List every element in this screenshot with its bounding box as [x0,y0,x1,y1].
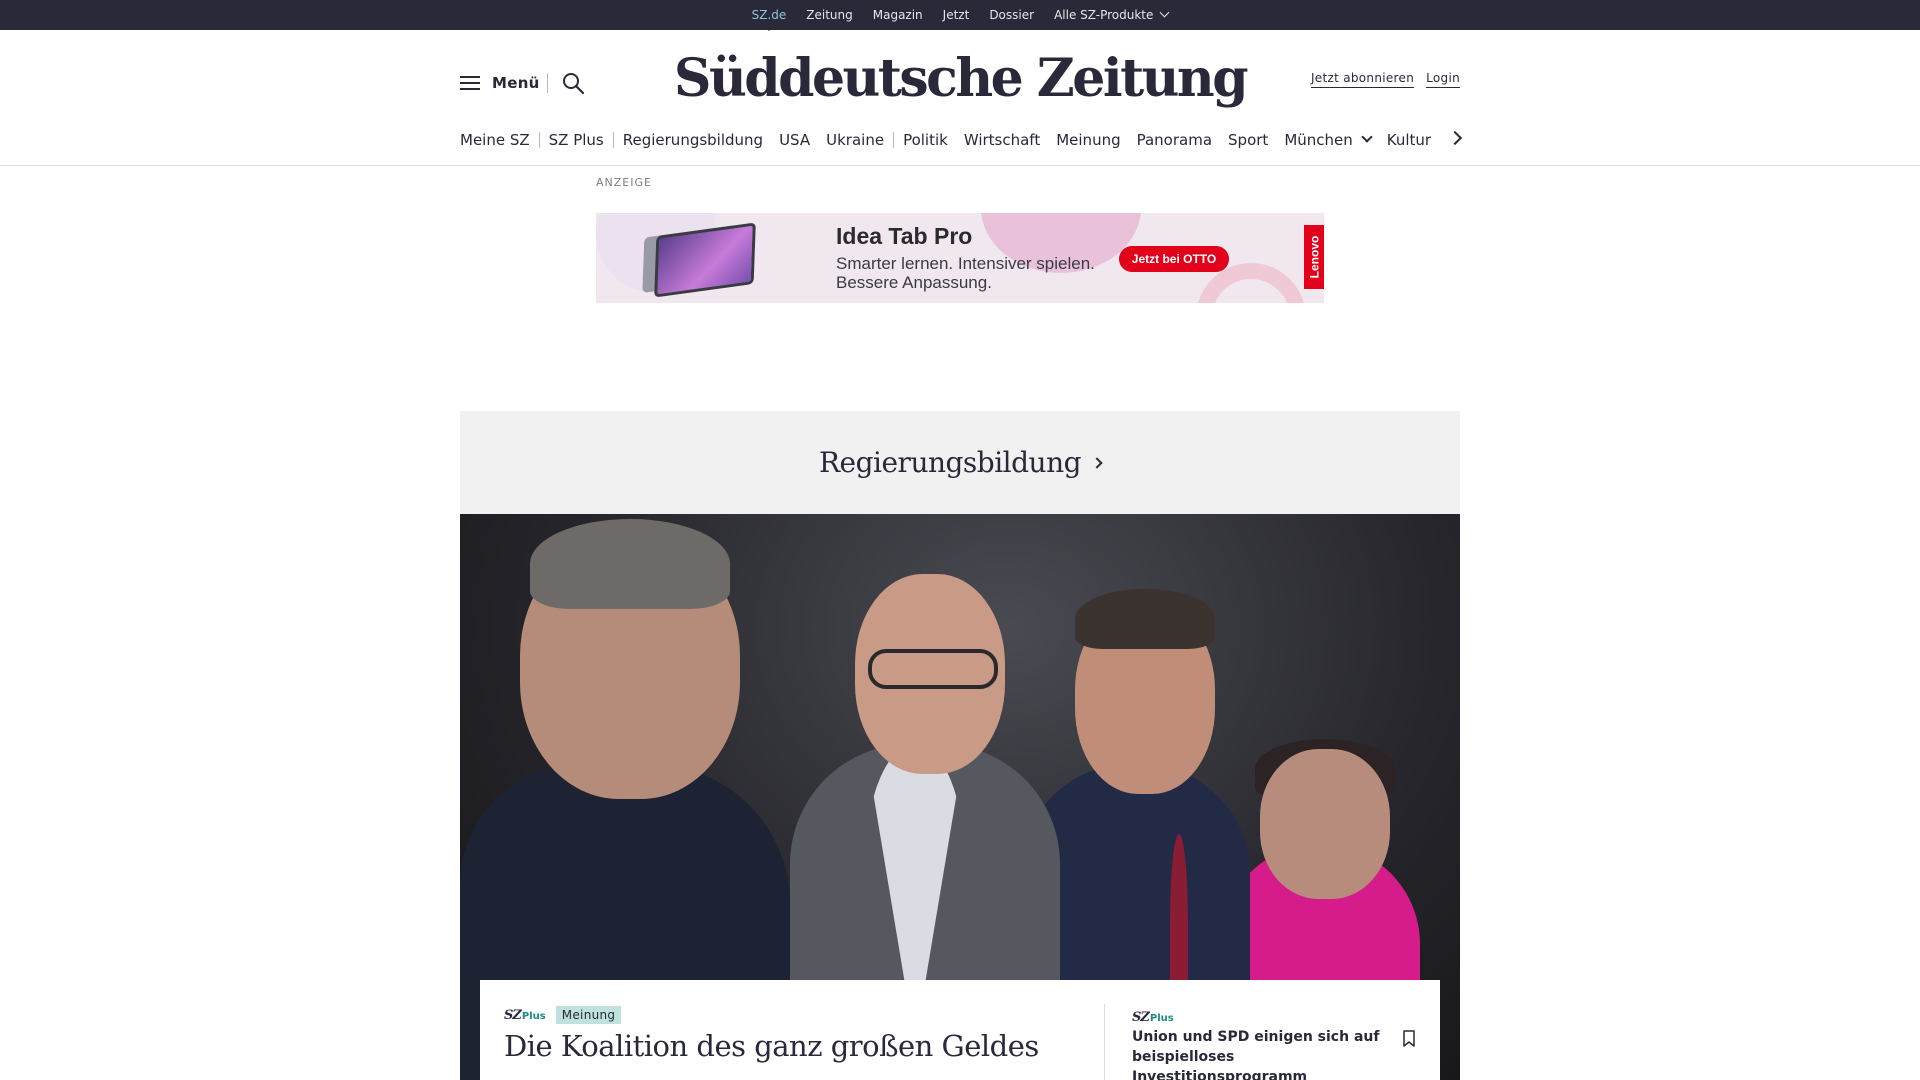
site-logo[interactable]: Süddeutsche Zeitung [674,42,1249,114]
topbar-link-magazin[interactable]: Magazin [873,8,923,22]
ad-title: Idea Tab Pro [836,223,973,249]
menu-label: Menü [492,74,540,92]
search-icon[interactable] [561,71,585,95]
top-bar-links: SZ.de Zeitung Magazin Jetzt Dossier Alle… [0,0,1920,31]
ad-brand-text: Lenovo [1307,235,1322,279]
lead-article-badges: SZ Plus Meinung [504,1006,622,1024]
ad-tablet-screen [654,222,756,298]
nav-item-kultur[interactable]: Kultur [1387,131,1431,149]
ad-subtitle: Smarter lernen. Intensiver spielen. Bess… [836,254,1095,292]
nav-item-politik[interactable]: Politik [903,131,948,149]
nav-item-meinung[interactable]: Meinung [1056,131,1120,149]
header-divider [547,73,548,93]
sz-plus-logo-plus: Plus [1149,1013,1174,1024]
chevron-down-icon [1159,7,1170,18]
main-nav: Meine SZ SZ Plus Regierungsbildung USA U… [460,128,1460,152]
sz-plus-badge: SZ Plus [504,1008,546,1023]
sz-plus-logo-sz: SZ [1132,1010,1150,1025]
sz-plus-logo-plus: Plus [521,1010,546,1022]
ad-cta-button[interactable]: Jetzt bei OTTO [1119,246,1229,272]
logo-text: Süddeutsche Zeitung [673,47,1249,109]
chevron-down-icon [1361,131,1373,143]
bookmark-icon[interactable] [1402,1030,1416,1048]
nav-item-muenchen[interactable]: München [1284,131,1373,149]
nav-item-wirtschaft[interactable]: Wirtschaft [964,131,1040,149]
topbar-link-jetzt[interactable]: Jetzt [943,8,970,22]
subscribe-link[interactable]: Jetzt abonnieren [1310,71,1415,88]
lead-article-card[interactable]: SZ Plus Meinung Die Koalition des ganz g… [480,980,1080,1080]
card-divider [1104,1004,1105,1080]
nav-item-panorama[interactable]: Panorama [1137,131,1212,149]
menu-button[interactable]: Menü [460,70,540,96]
lead-article-title[interactable]: Die Koalition des ganz großen Geldes [504,1028,1064,1064]
nav-divider-line [0,165,1920,166]
topbar-link-alle-produkte-label: Alle SZ-Produkte [1054,8,1154,22]
nav-item-ukraine[interactable]: Ukraine [826,131,884,149]
nav-separator [538,132,540,148]
nav-item-sport[interactable]: Sport [1228,131,1268,149]
hamburger-icon [460,75,480,91]
nav-separator [893,132,895,148]
side-article-badges: SZ Plus [1132,1006,1174,1025]
nav-item-usa[interactable]: USA [779,131,810,149]
top-bar: SZ.de Zeitung Magazin Jetzt Dossier Alle… [0,0,1920,31]
topbar-link-szde[interactable]: SZ.de [752,8,786,31]
ad-label: ANZEIGE [596,176,652,189]
topbar-link-zeitung[interactable]: Zeitung [806,8,852,22]
header-account-links: Jetzt abonnieren Login [1310,71,1460,88]
side-article-title[interactable]: Union und SPD einigen sich auf beispiell… [1132,1027,1392,1080]
ad-banner[interactable]: Idea Tab Pro Smarter lernen. Intensiver … [596,213,1324,303]
nav-item-sz-plus[interactable]: SZ Plus [549,131,604,149]
nav-separator [612,132,614,148]
sz-plus-badge: SZ Plus [1132,1010,1174,1025]
side-article-card[interactable]: SZ Plus Union und SPD einigen sich auf b… [1080,980,1440,1080]
nav-item-regierungsbildung[interactable]: Regierungsbildung [623,131,763,149]
login-link[interactable]: Login [1426,71,1460,88]
ad-brand-logo: Lenovo [1304,225,1324,289]
nav-item-meine-sz[interactable]: Meine SZ [460,131,530,149]
sz-plus-logo-sz: SZ [504,1007,522,1023]
topbar-link-alle-produkte[interactable]: Alle SZ-Produkte [1054,7,1170,22]
topbar-link-dossier[interactable]: Dossier [989,8,1034,22]
chevron-right-icon [1091,456,1103,469]
opinion-tag: Meinung [555,1006,622,1024]
nav-item-muenchen-label: München [1284,131,1353,149]
section-title: Regierungsbildung [818,446,1082,479]
section-header-regierungsbildung[interactable]: Regierungsbildung [460,411,1460,514]
